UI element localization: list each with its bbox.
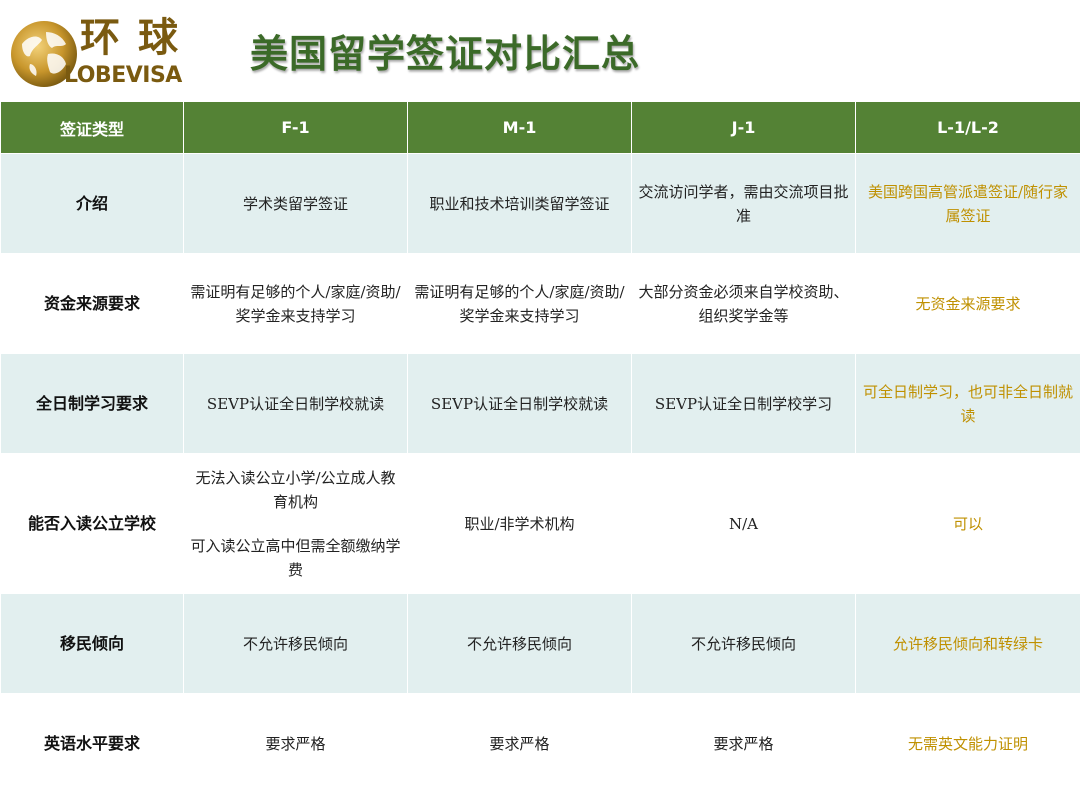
table-row-immigrant-intent: 移民倾向 不允许移民倾向 不允许移民倾向 不允许移民倾向 允许移民倾向和转绿卡 [0, 593, 1080, 694]
table-cell-highlight: 美国跨国高管派遣签证/随行家属签证 [855, 153, 1080, 254]
table-cell: 不允许移民倾向 [631, 593, 856, 694]
table-cell-highlight: 允许移民倾向和转绿卡 [855, 593, 1080, 694]
column-header-l1-l2: L-1/L-2 [855, 101, 1080, 154]
page-title: 美国留学签证对比汇总 [250, 32, 641, 76]
table-cell: 要求严格 [183, 693, 408, 794]
table-cell: 要求严格 [407, 693, 632, 794]
row-label: 介绍 [0, 153, 184, 254]
table-header-row: 签证类型 F-1 M-1 J-1 L-1/L-2 [0, 101, 1080, 154]
table-cell: 学术类留学签证 [183, 153, 408, 254]
table-cell-highlight: 无需英文能力证明 [855, 693, 1080, 794]
logo-chinese-text: 环球 [80, 14, 196, 61]
cell-paragraph: 无法入读公立小学/公立成人教育机构 [195, 468, 396, 511]
table-cell: 需证明有足够的个人/家庭/资助/奖学金来支持学习 [407, 253, 632, 354]
column-header-m1: M-1 [407, 101, 632, 154]
table-cell: SEVP认证全日制学校学习 [631, 353, 856, 454]
row-label: 资金来源要求 [0, 253, 184, 354]
table-cell-highlight: 可全日制学习，也可非全日制就读 [855, 353, 1080, 454]
table-cell: SEVP认证全日制学校就读 [407, 353, 632, 454]
table-row-funding: 资金来源要求 需证明有足够的个人/家庭/资助/奖学金来支持学习 需证明有足够的个… [0, 253, 1080, 354]
table-cell-highlight: 可以 [855, 453, 1080, 594]
table-cell: 无法入读公立小学/公立成人教育机构 可入读公立高中但需全额缴纳学费 [183, 453, 408, 594]
table-cell: 不允许移民倾向 [183, 593, 408, 694]
table-cell: 需证明有足够的个人/家庭/资助/奖学金来支持学习 [183, 253, 408, 354]
table-cell: 职业和技术培训类留学签证 [407, 153, 632, 254]
table-cell: 交流访问学者，需由交流项目批准 [631, 153, 856, 254]
row-label: 英语水平要求 [0, 693, 184, 794]
table-cell: 不允许移民倾向 [407, 593, 632, 694]
table-row-full-time: 全日制学习要求 SEVP认证全日制学校就读 SEVP认证全日制学校就读 SEVP… [0, 353, 1080, 454]
table-row-public-school: 能否入读公立学校 无法入读公立小学/公立成人教育机构 可入读公立高中但需全额缴纳… [0, 453, 1080, 594]
page-header: 环球 LOBEVISA 美国留学签证对比汇总 [0, 0, 1080, 101]
row-label: 全日制学习要求 [0, 353, 184, 454]
table-row-english: 英语水平要求 要求严格 要求严格 要求严格 无需英文能力证明 [0, 693, 1080, 794]
visa-comparison-table: 签证类型 F-1 M-1 J-1 L-1/L-2 介绍 学术类留学签证 职业和技… [0, 101, 1080, 794]
table-cell: 职业/非学术机构 [407, 453, 632, 594]
table-cell: N/A [631, 453, 856, 594]
column-header-f1: F-1 [183, 101, 408, 154]
table-cell: 要求严格 [631, 693, 856, 794]
table-cell: 大部分资金必须来自学校资助、组织奖学金等 [631, 253, 856, 354]
globevisa-logo: 环球 LOBEVISA [8, 14, 208, 90]
table-cell: SEVP认证全日制学校就读 [183, 353, 408, 454]
row-label: 移民倾向 [0, 593, 184, 694]
cell-paragraph: 可入读公立高中但需全额缴纳学费 [190, 536, 401, 579]
column-header-j1: J-1 [631, 101, 856, 154]
logo-english-text: LOBEVISA [64, 63, 182, 88]
column-header-visa-type: 签证类型 [0, 101, 184, 154]
table-cell-highlight: 无资金来源要求 [855, 253, 1080, 354]
table-row-introduction: 介绍 学术类留学签证 职业和技术培训类留学签证 交流访问学者，需由交流项目批准 … [0, 153, 1080, 254]
row-label: 能否入读公立学校 [0, 453, 184, 594]
